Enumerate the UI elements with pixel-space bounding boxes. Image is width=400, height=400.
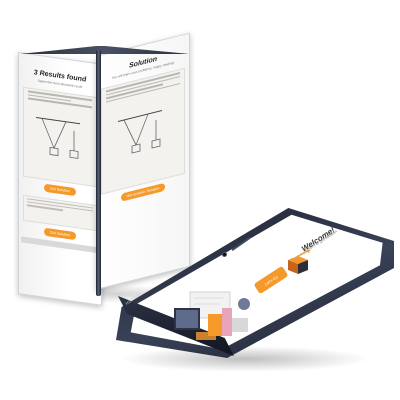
result-card-3-placeholder [21, 236, 99, 254]
flat-phone-shadow [120, 346, 370, 372]
app-logo-icon [288, 250, 311, 274]
results-panel: 3 Results found Select the most desirabl… [18, 52, 102, 306]
get-solution-button-2[interactable]: Get Solution [44, 227, 76, 241]
solution-card [101, 67, 185, 195]
get-solution-button[interactable]: Get Solution [44, 183, 76, 197]
physics-diagram [36, 117, 80, 159]
result-card[interactable] [23, 86, 97, 188]
solution-diagram [118, 110, 162, 154]
result-card-2[interactable] [23, 194, 97, 232]
front-camera [222, 252, 227, 257]
phone-hinge [96, 50, 101, 296]
study-illustration [174, 291, 250, 340]
solution-panel: Solution You will learn your problems, h… [96, 32, 190, 290]
